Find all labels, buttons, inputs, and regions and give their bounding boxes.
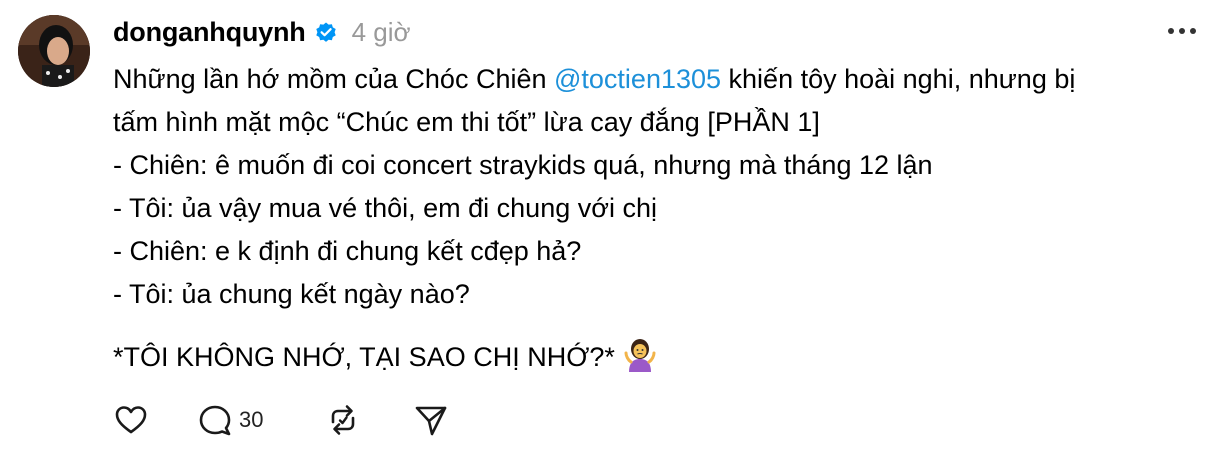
thread-post: donganhquynh 4 giờ Những lần hớ mồm của … xyxy=(0,0,1226,466)
send-icon xyxy=(415,406,447,436)
post-text: Những lần hớ mồm của Chóc Chiên xyxy=(113,64,554,94)
comment-icon xyxy=(199,405,231,436)
username[interactable]: donganhquynh xyxy=(113,17,306,48)
more-icon[interactable] xyxy=(1162,20,1202,42)
heart-icon xyxy=(115,406,147,434)
like-button[interactable] xyxy=(113,402,197,438)
post-header: donganhquynh 4 giờ xyxy=(113,12,411,52)
post-text: *TÔI KHÔNG NHỚ, TẠI SAO CHỊ NHỚ?* xyxy=(113,342,615,372)
verified-badge-icon xyxy=(314,20,338,44)
post-line-4: - Tôi: ủa vậy mua vé thôi, em đi chung v… xyxy=(113,193,657,223)
post-line-5: - Chiên: e k định đi chung kết cđẹp hả? xyxy=(113,236,582,266)
post-line-1: Những lần hớ mồm của Chóc Chiên @toctien… xyxy=(113,58,1208,101)
action-bar: 30 xyxy=(113,400,473,440)
avatar-photo xyxy=(18,15,90,87)
reply-count: 30 xyxy=(239,407,264,432)
avatar[interactable] xyxy=(18,15,90,87)
post-line-3: - Chiên: ê muốn đi coi concert straykids… xyxy=(113,150,933,180)
post-line-2: tấm hình mặt mộc “Chúc em thi tốt” lừa c… xyxy=(113,107,820,137)
post-time: 4 giờ xyxy=(351,16,411,47)
post-line-6: - Tôi: ủa chung kết ngày nào? xyxy=(113,279,470,309)
post-text: khiến tôy hoài nghi, nhưng bị xyxy=(721,64,1076,94)
repost-button[interactable] xyxy=(325,402,413,438)
share-button[interactable] xyxy=(413,402,473,438)
person-shrugging-emoji xyxy=(623,338,657,385)
post-line-7: *TÔI KHÔNG NHỚ, TẠI SAO CHỊ NHỚ?* xyxy=(113,336,1208,385)
post-body: Những lần hớ mồm của Chóc Chiên @toctien… xyxy=(113,58,1208,385)
mention-link[interactable]: @toctien1305 xyxy=(554,64,721,94)
reply-button[interactable]: 30 xyxy=(197,402,325,438)
repost-icon xyxy=(331,405,355,435)
